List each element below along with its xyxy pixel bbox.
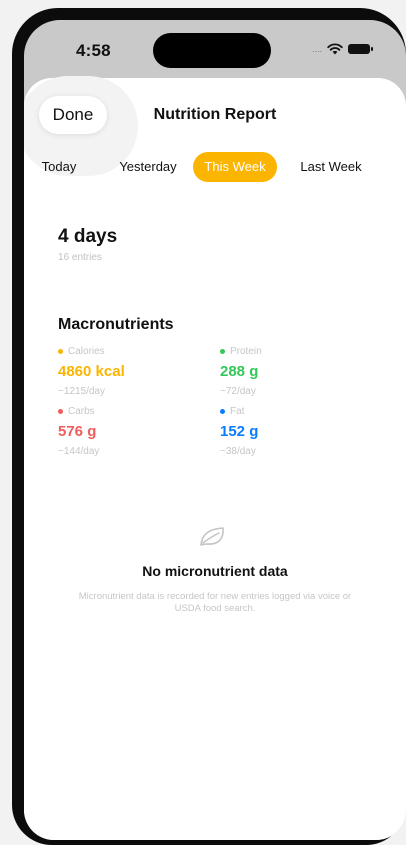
macro-per-day: ~144/day — [58, 446, 100, 457]
macro-calories: Calories 4860 kcal ~1215/day — [58, 346, 125, 397]
macro-label: Fat — [230, 406, 245, 417]
macro-carbs: Carbs 576 g ~144/day — [58, 406, 99, 457]
macro-value: 152 g — [220, 423, 259, 440]
macro-label: Protein — [230, 346, 262, 357]
battery-icon — [348, 44, 374, 54]
macro-per-day: ~72/day — [220, 386, 256, 397]
empty-state-description: Micronutrient data is recorded for new e… — [78, 591, 352, 614]
macro-value: 288 g — [220, 363, 259, 380]
macro-protein: Protein 288 g ~72/day — [220, 346, 262, 397]
macro-label: Carbs — [68, 406, 95, 417]
phone-screen: 4:58 .... Done Nutrition Report Today Ye… — [24, 20, 406, 840]
nutrition-report-sheet: Done Nutrition Report Today Yesterday Th… — [24, 76, 406, 840]
leaf-icon — [200, 527, 224, 546]
signal-icon: .... — [312, 44, 323, 54]
macro-per-day: ~1215/day — [58, 386, 105, 397]
period-tabs: Today Yesterday This Week Last Week — [40, 152, 390, 182]
empty-state-title: No micronutrient data — [142, 563, 288, 579]
page-title: Nutrition Report — [153, 106, 277, 123]
status-time: 4:58 — [76, 41, 111, 60]
protein-dot-icon — [220, 349, 225, 354]
tab-yesterday[interactable]: Yesterday — [112, 152, 184, 182]
macro-value: 576 g — [58, 423, 97, 440]
macro-label: Calories — [68, 346, 105, 357]
tab-today[interactable]: Today — [40, 152, 78, 182]
wifi-icon — [327, 43, 343, 55]
tab-last-week[interactable]: Last Week — [290, 152, 372, 182]
calories-dot-icon — [58, 349, 63, 354]
macro-per-day: ~38/day — [220, 446, 256, 457]
status-icons: .... — [312, 40, 374, 58]
tab-this-week[interactable]: This Week — [193, 152, 277, 182]
macro-value: 4860 kcal — [58, 363, 125, 380]
macronutrients-heading: Macronutrients — [58, 316, 174, 333]
macro-fat: Fat 152 g ~38/day — [220, 406, 258, 457]
entries-count: 16 entries — [58, 252, 102, 263]
days-count: 4 days — [58, 226, 118, 247]
dynamic-island — [153, 33, 271, 68]
status-bar: 4:58 .... — [24, 20, 406, 80]
fat-dot-icon — [220, 409, 225, 414]
carbs-dot-icon — [58, 409, 63, 414]
